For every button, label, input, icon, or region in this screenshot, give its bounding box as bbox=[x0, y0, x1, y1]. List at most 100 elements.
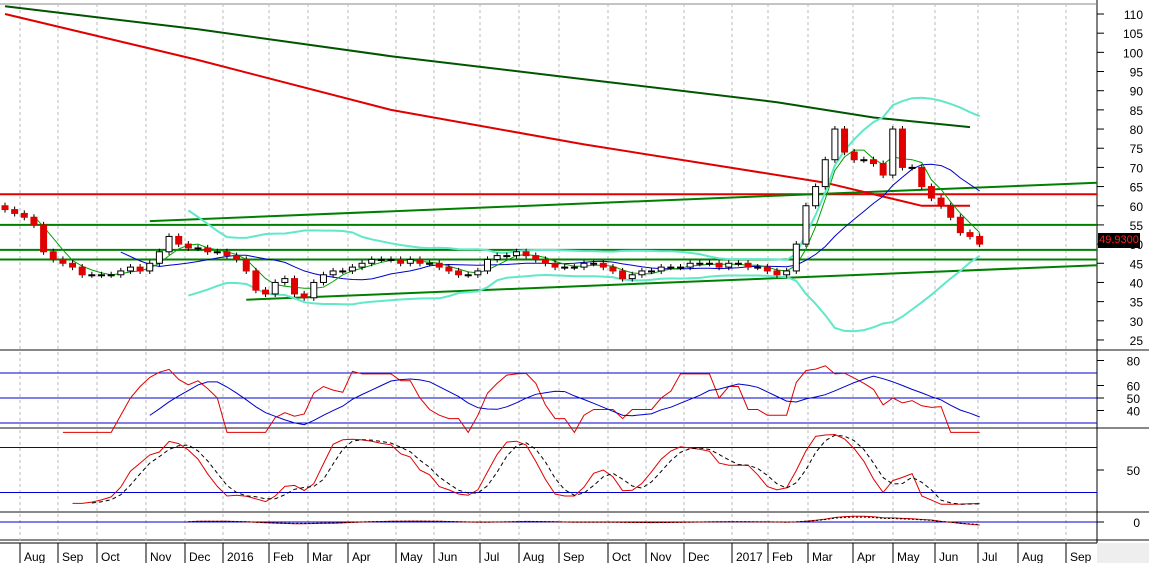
candle-up bbox=[358, 262, 366, 268]
candle-up bbox=[107, 274, 115, 277]
x-tick-label: Aug bbox=[24, 550, 45, 563]
x-tick-label: Jul bbox=[484, 550, 499, 563]
candle-up bbox=[677, 266, 684, 269]
candle-down bbox=[763, 266, 771, 272]
rsi-tick-label: 80 bbox=[1127, 355, 1141, 369]
candle-up bbox=[484, 258, 491, 272]
axis-corner bbox=[1097, 543, 1149, 563]
candle-up bbox=[377, 258, 385, 261]
price-tick-label: 80 bbox=[1130, 123, 1144, 137]
candle-down bbox=[898, 128, 906, 168]
candle-up bbox=[493, 255, 501, 260]
candle-down bbox=[744, 262, 752, 268]
candle-up bbox=[117, 270, 125, 276]
candle-down bbox=[184, 243, 192, 249]
candle-down bbox=[416, 258, 424, 264]
candle-down bbox=[233, 255, 241, 260]
x-tick-label: Oct bbox=[101, 550, 120, 563]
candle-down bbox=[773, 270, 781, 276]
candle-up bbox=[831, 128, 839, 161]
x-tick-label: May bbox=[400, 550, 423, 563]
candle-down bbox=[551, 262, 559, 268]
candle-down bbox=[300, 293, 308, 299]
long-ma-green-line bbox=[4, 5, 971, 129]
candle-up bbox=[860, 159, 868, 162]
candle-up bbox=[98, 274, 105, 277]
x-tick-label: 2017 bbox=[736, 550, 763, 563]
x-tick-label: Jul bbox=[982, 550, 997, 563]
candle-up bbox=[165, 235, 173, 253]
candle-up bbox=[126, 266, 134, 272]
price-tick-label: 105 bbox=[1123, 27, 1143, 41]
x-tick-label: Nov bbox=[650, 550, 671, 563]
x-tick-label: Sep bbox=[563, 550, 585, 563]
x-tick-label: Feb bbox=[273, 550, 294, 563]
candle-down bbox=[223, 251, 231, 257]
candle-down bbox=[252, 270, 260, 291]
x-tick-label: Dec bbox=[688, 550, 709, 563]
candle-up bbox=[319, 274, 327, 283]
price-tick-label: 40 bbox=[1130, 276, 1144, 290]
candle-down bbox=[455, 270, 463, 276]
candle-up bbox=[348, 266, 356, 272]
candle-down bbox=[59, 258, 67, 264]
x-tick-label: Feb bbox=[772, 550, 793, 563]
rsi-tick-label: 40 bbox=[1127, 405, 1141, 419]
price-tick-label: 75 bbox=[1130, 142, 1144, 156]
candle-down bbox=[956, 216, 964, 234]
stoch-tick-label: 50 bbox=[1127, 464, 1141, 478]
candle-up bbox=[657, 266, 665, 272]
x-tick-label: Apr bbox=[857, 550, 876, 563]
x-tick-label: Mar bbox=[312, 550, 333, 563]
last-price-label: 49.9300 bbox=[1098, 233, 1140, 248]
price-tick-label: 85 bbox=[1130, 104, 1144, 118]
candle-down bbox=[11, 209, 19, 214]
candle-down bbox=[599, 262, 607, 268]
candle-down bbox=[435, 262, 443, 268]
candle-up bbox=[590, 262, 598, 265]
candle-down bbox=[841, 128, 849, 153]
candle-down bbox=[918, 166, 926, 188]
bollinger-upper bbox=[187, 96, 981, 262]
stock-chart: Aug Sep Oct Nov Dec 2016 Feb Mar Apr May Jun Jul Aug… bbox=[0, 0, 1149, 563]
price-tick-label: 45 bbox=[1130, 257, 1144, 271]
candle-up bbox=[667, 266, 675, 269]
candle-up bbox=[329, 270, 337, 276]
candle-down bbox=[541, 258, 549, 264]
price-tick-label: 30 bbox=[1130, 315, 1144, 329]
candle-up bbox=[686, 262, 694, 268]
candle-up bbox=[271, 281, 279, 295]
candle-up bbox=[648, 270, 656, 273]
candle-up bbox=[146, 262, 154, 272]
rsi-average-line bbox=[149, 375, 980, 426]
candle-down bbox=[532, 255, 540, 260]
price-tick-label: 70 bbox=[1130, 161, 1144, 175]
trendline bbox=[149, 181, 1098, 223]
candle-down bbox=[879, 163, 887, 176]
macd-line bbox=[188, 515, 980, 526]
candle-down bbox=[870, 159, 877, 165]
candle-down bbox=[947, 205, 955, 218]
candle-up bbox=[783, 270, 791, 276]
candle-down bbox=[966, 232, 974, 237]
candle-down bbox=[242, 258, 250, 272]
candle-down bbox=[40, 224, 48, 253]
candle-up bbox=[628, 274, 636, 280]
candle-up bbox=[339, 270, 347, 273]
candle-up bbox=[406, 258, 414, 264]
x-tick-label: May bbox=[897, 550, 920, 563]
candle-up bbox=[561, 266, 569, 269]
candle-down bbox=[49, 251, 57, 260]
candle-up bbox=[194, 247, 202, 250]
candle-up bbox=[754, 266, 762, 269]
candle-up bbox=[638, 270, 646, 276]
candle-down bbox=[619, 270, 627, 280]
candle-up bbox=[387, 258, 395, 261]
candle-up bbox=[734, 262, 742, 265]
candle-up bbox=[705, 262, 713, 265]
candle-down bbox=[204, 247, 212, 253]
candle-down bbox=[397, 258, 405, 264]
x-tick-label: Aug bbox=[1022, 550, 1043, 563]
x-tick-label: Mar bbox=[812, 550, 833, 563]
candle-up bbox=[88, 274, 96, 277]
